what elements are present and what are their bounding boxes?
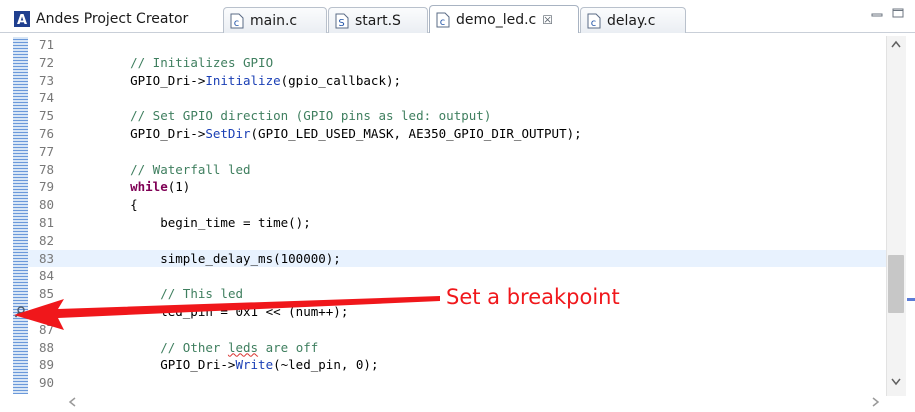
annotation-arrow: [14, 296, 440, 330]
annotation-label: Set a breakpoint: [446, 285, 620, 309]
